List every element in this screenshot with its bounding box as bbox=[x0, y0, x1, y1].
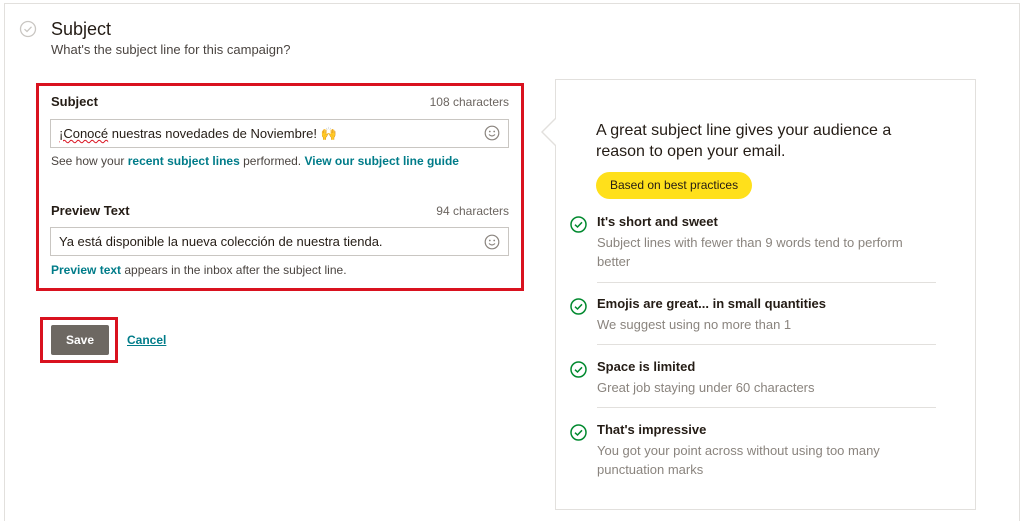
subject-help: See how your recent subject lines perfor… bbox=[51, 154, 459, 168]
subject-help-prefix: See how your bbox=[51, 154, 128, 168]
tip-title: Emojis are great... in small quantities bbox=[597, 296, 827, 311]
step-check-circle-icon bbox=[19, 20, 37, 38]
subject-input-text: nuestras novedades de Noviembre! 🙌 bbox=[108, 126, 337, 141]
misspelled-word: ¡Conocé bbox=[59, 126, 109, 141]
preview-smiley-icon[interactable] bbox=[484, 234, 500, 250]
subject-smiley-icon[interactable] bbox=[484, 125, 500, 141]
step-title: Subject bbox=[51, 19, 112, 39]
recent-subject-lines-link[interactable]: recent subject lines bbox=[128, 154, 240, 168]
tip-description: We suggest using no more than 1 bbox=[597, 317, 792, 332]
preview-text-input[interactable]: Ya está disponible la nueva colección de… bbox=[50, 227, 509, 256]
tip-divider bbox=[597, 407, 936, 408]
form-highlight-box bbox=[36, 83, 524, 291]
subject-input[interactable]: ¡Conocé nuestras novedades de Noviembre!… bbox=[50, 119, 509, 148]
subject-label: Subject bbox=[51, 94, 98, 109]
tips-panel-pointer-inner bbox=[543, 119, 556, 145]
tips-headline: A great subject line gives your audience… bbox=[596, 122, 892, 160]
check-circle-icon bbox=[570, 424, 587, 441]
tip-divider bbox=[597, 344, 936, 345]
preview-help-rest: appears in the inbox after the subject l… bbox=[121, 263, 347, 277]
tip-title: It's short and sweet bbox=[597, 214, 718, 229]
tip-description: You got your point across without using … bbox=[597, 443, 880, 477]
subject-help-middle: performed. bbox=[239, 154, 305, 168]
tip-description: Great job staying under 60 characters bbox=[597, 380, 815, 395]
subject-char-count: 108 characters bbox=[429, 95, 509, 109]
preview-help: Preview text appears in the inbox after … bbox=[51, 263, 347, 277]
preview-char-count: 94 characters bbox=[436, 204, 509, 218]
preview-text-link[interactable]: Preview text bbox=[51, 263, 121, 277]
check-circle-icon bbox=[570, 361, 587, 378]
tip-title: That's impressive bbox=[597, 422, 707, 437]
tip-title: Space is limited bbox=[597, 359, 696, 374]
preview-input-text: Ya está disponible la nueva colección de… bbox=[59, 234, 383, 249]
check-circle-icon bbox=[570, 216, 587, 233]
tip-divider bbox=[597, 282, 936, 283]
preview-text-label: Preview Text bbox=[51, 203, 130, 218]
check-circle-icon bbox=[570, 298, 587, 315]
save-button[interactable]: Save bbox=[51, 325, 109, 355]
cancel-link[interactable]: Cancel bbox=[127, 333, 166, 347]
subject-line-guide-link[interactable]: View our subject line guide bbox=[304, 154, 458, 168]
step-subtitle: What's the subject line for this campaig… bbox=[51, 42, 291, 57]
best-practices-badge: Based on best practices bbox=[596, 172, 753, 199]
tip-description: Subject lines with fewer than 9 words te… bbox=[597, 235, 903, 269]
